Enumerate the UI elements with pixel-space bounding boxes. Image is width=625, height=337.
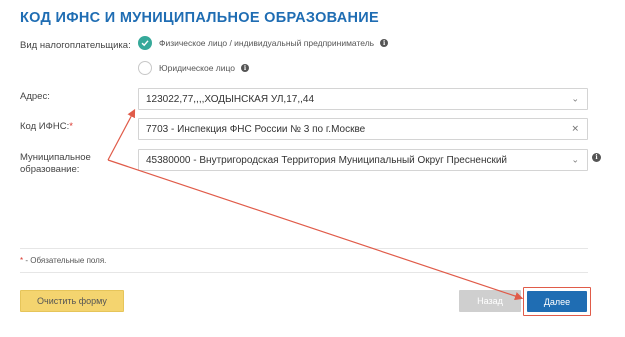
radio-individual-label: Физическое лицо / индивидуальный предпри… [159,38,375,48]
municipal-field[interactable]: 45380000 - Внутригородская Территория Му… [138,149,588,171]
chevron-down-icon[interactable]: ⌄ [571,155,579,165]
taxpayer-type-label: Вид налогоплательщика: [20,40,131,51]
address-value: 123022,77,,,,ХОДЫНСКАЯ УЛ,17,,44 [146,93,315,105]
info-icon[interactable]: i [380,39,389,47]
municipal-label: Муниципальное образование: [20,152,91,175]
address-field[interactable]: 123022,77,,,,ХОДЫНСКАЯ УЛ,17,,44 ⌄ [138,88,588,110]
ifns-value: 7703 - Инспекция ФНС России № 3 по г.Мос… [146,123,366,135]
clear-form-button[interactable]: Очистить форму [20,290,124,312]
radio-checked-icon[interactable] [138,36,152,50]
radio-legal-label: Юридическое лицо [159,63,236,73]
back-button[interactable]: Назад [459,290,521,312]
divider [20,248,588,249]
info-icon[interactable]: i [592,153,601,162]
next-button[interactable]: Далее [527,291,587,312]
arrow-line [107,159,524,301]
info-icon[interactable]: i [241,64,250,72]
radio-individual[interactable]: Физическое лицо / индивидуальный предпри… [138,36,389,50]
required-note: * - Обязательные поля. [20,256,107,265]
page-title: КОД ИФНС И МУНИЦИПАЛЬНОЕ ОБРАЗОВАНИЕ [20,10,379,26]
ifns-field[interactable]: 7703 - Инспекция ФНС России № 3 по г.Мос… [138,118,588,140]
address-label: Адрес: [20,91,50,102]
radio-legal[interactable]: Юридическое лицо i [138,61,250,75]
clear-icon[interactable]: ✕ [571,124,579,134]
arrow-line [107,108,136,161]
divider [20,272,588,273]
ifns-label: Код ИФНС:* [20,121,73,132]
municipal-value: 45380000 - Внутригородская Территория Му… [146,154,508,166]
radio-unchecked-icon[interactable] [138,61,152,75]
chevron-down-icon[interactable]: ⌄ [571,94,579,104]
